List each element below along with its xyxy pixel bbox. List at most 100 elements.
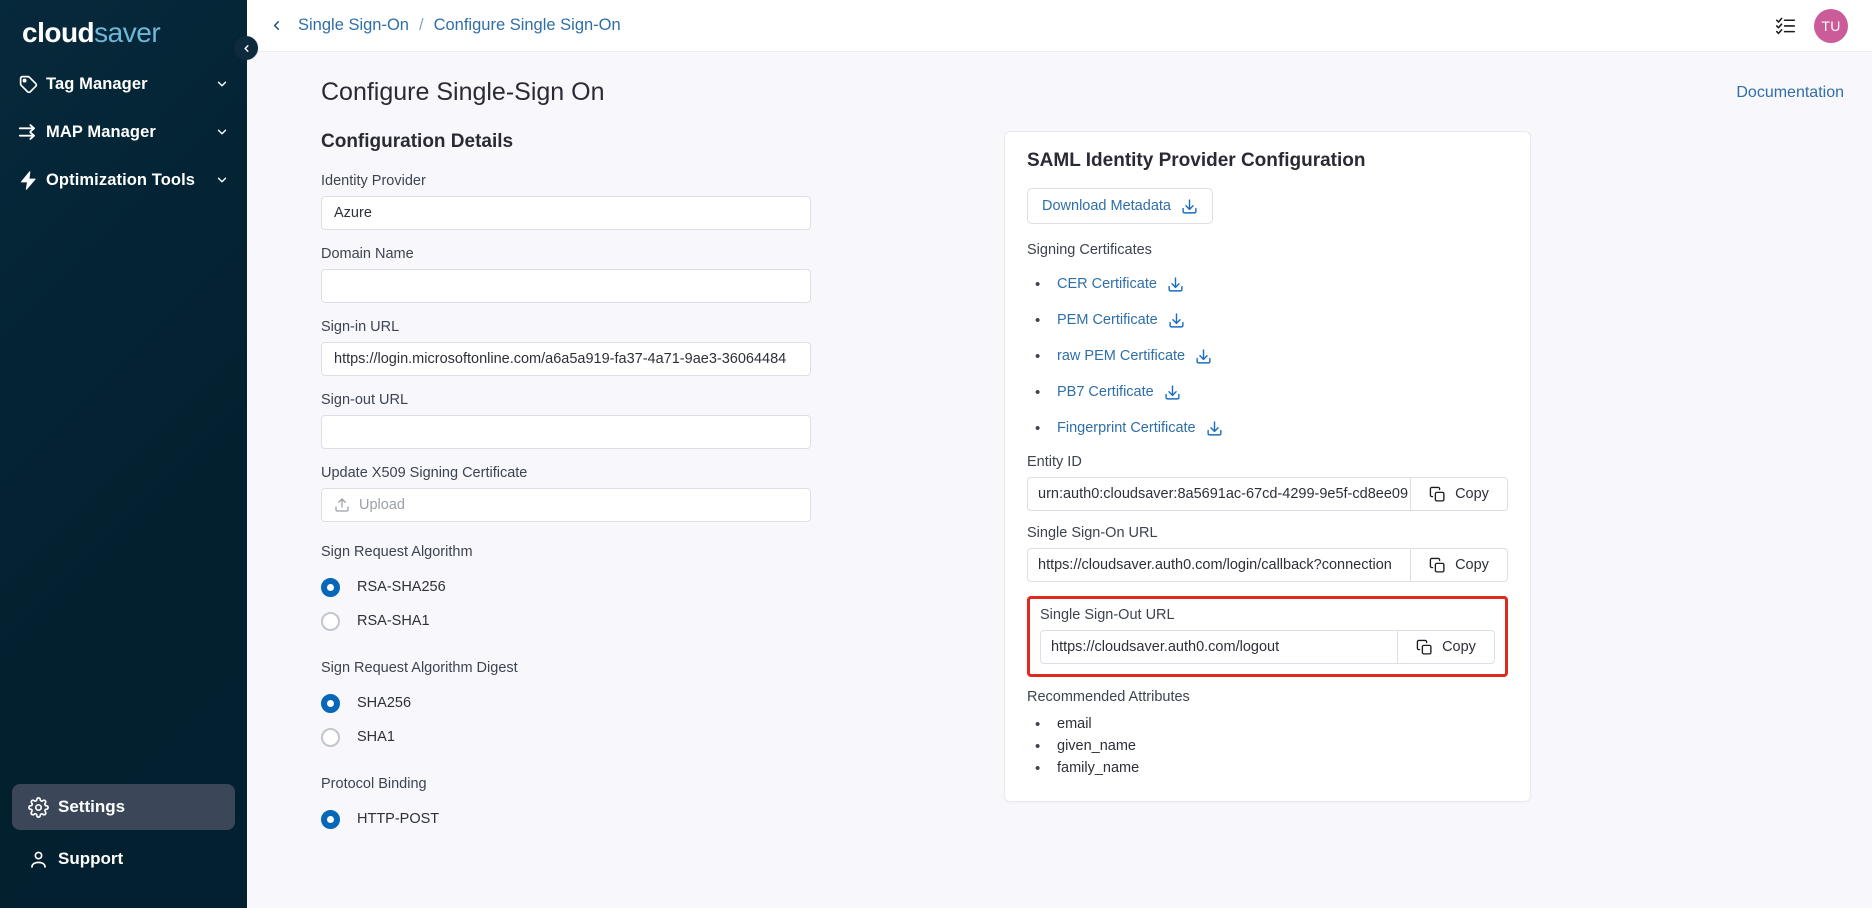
field-identity-provider: Identity Provider Azure: [321, 173, 841, 230]
copy-single-sign-on-url-button[interactable]: Copy: [1410, 548, 1508, 582]
domain-name-input[interactable]: [321, 269, 811, 303]
back-button[interactable]: [269, 18, 284, 33]
field-label: Sign-out URL: [321, 392, 841, 408]
arrows-right-icon: [18, 121, 46, 143]
saml-configuration-section: SAML Identity Provider Configuration Dow…: [1004, 131, 1531, 840]
list-item: PEM Certificate: [1031, 302, 1508, 338]
sign-out-url-input[interactable]: [321, 415, 811, 449]
chevron-left-icon: [241, 43, 252, 54]
radio-option-sha256[interactable]: SHA256: [321, 686, 841, 720]
column-gap: [841, 131, 1004, 840]
copy-label: Copy: [1442, 639, 1476, 655]
download-metadata-label: Download Metadata: [1042, 198, 1171, 214]
download-metadata-button[interactable]: Download Metadata: [1027, 188, 1213, 224]
radio-button[interactable]: [321, 578, 340, 597]
checklist-icon[interactable]: [1775, 15, 1796, 36]
bullet-icon: [1031, 385, 1057, 400]
radio-option-http-post[interactable]: HTTP-POST: [321, 802, 841, 836]
radio-group-sign-request-algorithm: Sign Request Algorithm RSA-SHA256 RSA-SH…: [321, 544, 841, 638]
radio-button[interactable]: [321, 728, 340, 747]
app-root: cloudsaver Tag Manager: [0, 0, 1872, 908]
certificate-link[interactable]: PEM Certificate: [1057, 312, 1158, 328]
radio-option-sha1[interactable]: SHA1: [321, 720, 841, 754]
list-item: Fingerprint Certificate: [1031, 410, 1508, 446]
attribute-name: given_name: [1057, 738, 1136, 754]
radio-button[interactable]: [321, 694, 340, 713]
download-icon[interactable]: [1195, 348, 1212, 365]
field-x509-upload: Update X509 Signing Certificate Upload: [321, 465, 841, 522]
download-icon[interactable]: [1167, 276, 1184, 293]
configuration-details-section: Configuration Details Identity Provider …: [321, 131, 841, 840]
sign-in-url-input[interactable]: https://login.microsoftonline.com/a6a5a9…: [321, 342, 811, 376]
bullet-icon: [1031, 349, 1057, 364]
certificate-link[interactable]: Fingerprint Certificate: [1057, 420, 1196, 436]
list-item: family_name: [1031, 757, 1508, 779]
field-label: Domain Name: [321, 246, 841, 262]
radio-group-label: Protocol Binding: [321, 776, 841, 792]
sidebar-collapse-button[interactable]: [234, 36, 258, 60]
page-header: Configure Single-Sign On Documentation: [271, 52, 1848, 107]
sidebar-item-label: Optimization Tools: [46, 171, 213, 190]
logo-primary-text: cloud: [22, 17, 94, 48]
download-icon[interactable]: [1164, 384, 1181, 401]
radio-label: SHA1: [357, 729, 395, 745]
chevron-down-icon[interactable]: [213, 173, 231, 187]
breadcrumb-parent-link[interactable]: Single Sign-On: [298, 16, 409, 35]
app-logo[interactable]: cloudsaver: [0, 0, 247, 52]
download-icon[interactable]: [1206, 420, 1223, 437]
field-entity-id: Entity ID urn:auth0:cloudsaver:8a5691ac-…: [1027, 454, 1508, 511]
breadcrumb: Single Sign-On / Configure Single Sign-O…: [298, 16, 621, 35]
sidebar-spacer: [0, 204, 247, 784]
content-columns: Configuration Details Identity Provider …: [271, 131, 1848, 840]
topbar-actions: TU: [1775, 9, 1848, 43]
copy-icon: [1416, 639, 1433, 656]
entity-id-input[interactable]: urn:auth0:cloudsaver:8a5691ac-67cd-4299-…: [1027, 477, 1410, 511]
certificate-link[interactable]: PB7 Certificate: [1057, 384, 1154, 400]
certificate-link[interactable]: raw PEM Certificate: [1057, 348, 1185, 364]
single-sign-out-url-input[interactable]: https://cloudsaver.auth0.com/logout: [1040, 630, 1397, 664]
copy-row: urn:auth0:cloudsaver:8a5691ac-67cd-4299-…: [1027, 477, 1508, 511]
breadcrumb-separator: /: [419, 16, 424, 35]
topbar: Single Sign-On / Configure Single Sign-O…: [247, 0, 1872, 52]
copy-single-sign-out-url-button[interactable]: Copy: [1397, 630, 1495, 664]
bullet-icon: [1031, 717, 1057, 732]
identity-provider-input[interactable]: Azure: [321, 196, 811, 230]
field-label: Identity Provider: [321, 173, 841, 189]
avatar[interactable]: TU: [1814, 9, 1848, 43]
download-icon[interactable]: [1168, 312, 1185, 329]
certificate-link[interactable]: CER Certificate: [1057, 276, 1157, 292]
field-sign-in-url: Sign-in URL https://login.microsoftonlin…: [321, 319, 841, 376]
list-item: email: [1031, 713, 1508, 735]
section-title-configuration-details: Configuration Details: [321, 131, 841, 153]
upload-icon: [334, 497, 350, 513]
x509-upload-input[interactable]: Upload: [321, 488, 811, 522]
sidebar-item-optimization-tools[interactable]: Optimization Tools: [0, 156, 247, 204]
field-label: Sign-in URL: [321, 319, 841, 335]
list-item: CER Certificate: [1031, 266, 1508, 302]
radio-button[interactable]: [321, 810, 340, 829]
radio-option-rsa-sha256[interactable]: RSA-SHA256: [321, 570, 841, 604]
bullet-icon: [1031, 761, 1057, 776]
copy-entity-id-button[interactable]: Copy: [1410, 477, 1508, 511]
page-content: Configure Single-Sign On Documentation C…: [247, 52, 1872, 908]
sidebar-bottom-nav: Settings Support: [0, 784, 247, 908]
radio-group-label: Sign Request Algorithm: [321, 544, 841, 560]
chevron-down-icon[interactable]: [213, 125, 231, 139]
sidebar-item-tag-manager[interactable]: Tag Manager: [0, 60, 247, 108]
list-item: raw PEM Certificate: [1031, 338, 1508, 374]
radio-label: HTTP-POST: [357, 811, 439, 827]
radio-option-rsa-sha1[interactable]: RSA-SHA1: [321, 604, 841, 638]
bullet-icon: [1031, 277, 1057, 292]
list-item: PB7 Certificate: [1031, 374, 1508, 410]
field-sign-out-url: Sign-out URL: [321, 392, 841, 449]
sidebar-item-label: MAP Manager: [46, 123, 213, 142]
radio-button[interactable]: [321, 612, 340, 631]
sidebar-item-map-manager[interactable]: MAP Manager: [0, 108, 247, 156]
documentation-link[interactable]: Documentation: [1736, 78, 1848, 102]
chevron-down-icon[interactable]: [213, 77, 231, 91]
field-label: Update X509 Signing Certificate: [321, 465, 841, 481]
sidebar-item-support[interactable]: Support: [12, 836, 235, 882]
sidebar: cloudsaver Tag Manager: [0, 0, 247, 908]
sidebar-item-settings[interactable]: Settings: [12, 784, 235, 830]
single-sign-on-url-input[interactable]: https://cloudsaver.auth0.com/login/callb…: [1027, 548, 1410, 582]
